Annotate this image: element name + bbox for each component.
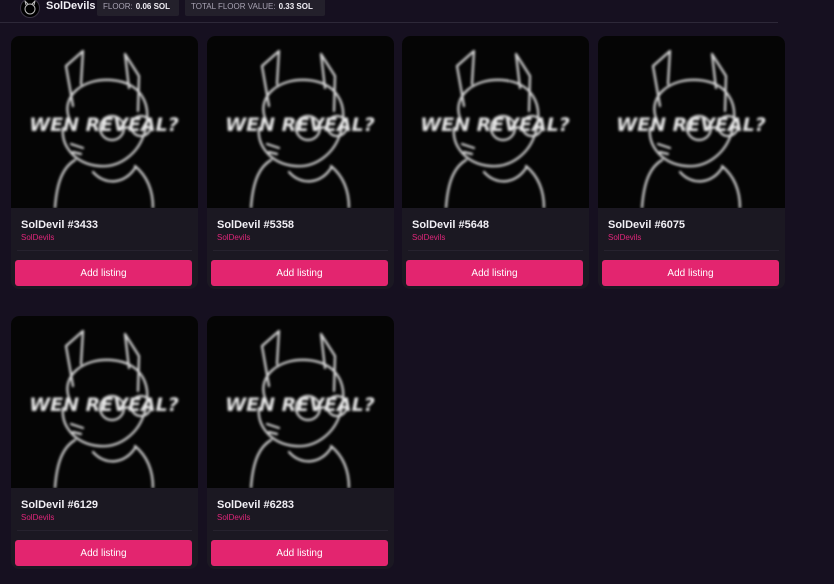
unrevealed-devil-image: WEN REVEAL? xyxy=(29,329,179,488)
unrevealed-devil-image: WEN REVEAL? xyxy=(420,49,570,208)
nft-image[interactable]: WEN REVEAL? xyxy=(207,316,394,488)
svg-text:WEN REVEAL?: WEN REVEAL? xyxy=(420,114,570,136)
svg-text:WEN REVEAL?: WEN REVEAL? xyxy=(29,394,179,416)
card-divider xyxy=(408,250,583,251)
nft-collection-link[interactable]: SolDevils xyxy=(21,233,54,242)
nft-image[interactable]: WEN REVEAL? xyxy=(11,316,198,488)
floor-price-badge: FLOOR: 0.06 SOL xyxy=(97,0,179,16)
unrevealed-devil-image: WEN REVEAL? xyxy=(225,49,375,208)
nft-card[interactable]: WEN REVEAL? SolDevil #6129 SolDevils Add… xyxy=(11,316,198,569)
card-divider xyxy=(17,530,192,531)
nft-title[interactable]: SolDevil #5648 xyxy=(412,219,489,231)
card-divider xyxy=(604,250,779,251)
nft-collection-link[interactable]: SolDevils xyxy=(608,233,641,242)
add-listing-button[interactable]: Add listing xyxy=(15,540,192,566)
nft-collection-link[interactable]: SolDevils xyxy=(21,513,54,522)
nft-title[interactable]: SolDevil #3433 xyxy=(21,219,98,231)
add-listing-button[interactable]: Add listing xyxy=(406,260,583,286)
nft-card[interactable]: WEN REVEAL? SolDevil #5358 SolDevils Add… xyxy=(207,36,394,289)
devil-avatar-icon[interactable] xyxy=(20,0,40,18)
card-divider xyxy=(17,250,192,251)
card-divider xyxy=(213,250,388,251)
floor-label: FLOOR: xyxy=(103,2,133,11)
total-floor-value: 0.33 SOL xyxy=(278,2,313,11)
unrevealed-devil-image: WEN REVEAL? xyxy=(225,329,375,488)
nft-title[interactable]: SolDevil #6075 xyxy=(608,219,685,231)
add-listing-button[interactable]: Add listing xyxy=(15,260,192,286)
nft-title[interactable]: SolDevil #5358 xyxy=(217,219,294,231)
nft-card[interactable]: WEN REVEAL? SolDevil #6283 SolDevils Add… xyxy=(207,316,394,569)
nft-title[interactable]: SolDevil #6283 xyxy=(217,499,294,511)
nft-image[interactable]: WEN REVEAL? xyxy=(598,36,785,208)
total-floor-value-badge: TOTAL FLOOR VALUE: 0.33 SOL xyxy=(185,0,325,16)
add-listing-button[interactable]: Add listing xyxy=(602,260,779,286)
svg-text:WEN REVEAL?: WEN REVEAL? xyxy=(616,114,766,136)
nft-collection-link[interactable]: SolDevils xyxy=(217,233,250,242)
collection-name[interactable]: SolDevils xyxy=(46,0,96,12)
nft-collection-link[interactable]: SolDevils xyxy=(217,513,250,522)
nft-collection-link[interactable]: SolDevils xyxy=(412,233,445,242)
add-listing-button[interactable]: Add listing xyxy=(211,260,388,286)
add-listing-button[interactable]: Add listing xyxy=(211,540,388,566)
collection-header: SolDevils FLOOR: 0.06 SOL TOTAL FLOOR VAL… xyxy=(0,0,778,23)
total-floor-label: TOTAL FLOOR VALUE: xyxy=(191,2,276,11)
nft-image[interactable]: WEN REVEAL? xyxy=(207,36,394,208)
svg-text:WEN REVEAL?: WEN REVEAL? xyxy=(29,114,179,136)
card-divider xyxy=(213,530,388,531)
nft-image[interactable]: WEN REVEAL? xyxy=(402,36,589,208)
unrevealed-devil-image: WEN REVEAL? xyxy=(616,49,766,208)
nft-card[interactable]: WEN REVEAL? SolDevil #6075 SolDevils Add… xyxy=(598,36,785,289)
nft-card[interactable]: WEN REVEAL? SolDevil #5648 SolDevils Add… xyxy=(402,36,589,289)
nft-title[interactable]: SolDevil #6129 xyxy=(21,499,98,511)
svg-text:WEN REVEAL?: WEN REVEAL? xyxy=(225,114,375,136)
unrevealed-devil-image: WEN REVEAL? xyxy=(29,49,179,208)
nft-card[interactable]: WEN REVEAL? SolDevil #3433 SolDevils Add… xyxy=(11,36,198,289)
svg-text:WEN REVEAL?: WEN REVEAL? xyxy=(225,394,375,416)
nft-image[interactable]: WEN REVEAL? xyxy=(11,36,198,208)
floor-value: 0.06 SOL xyxy=(135,2,171,11)
